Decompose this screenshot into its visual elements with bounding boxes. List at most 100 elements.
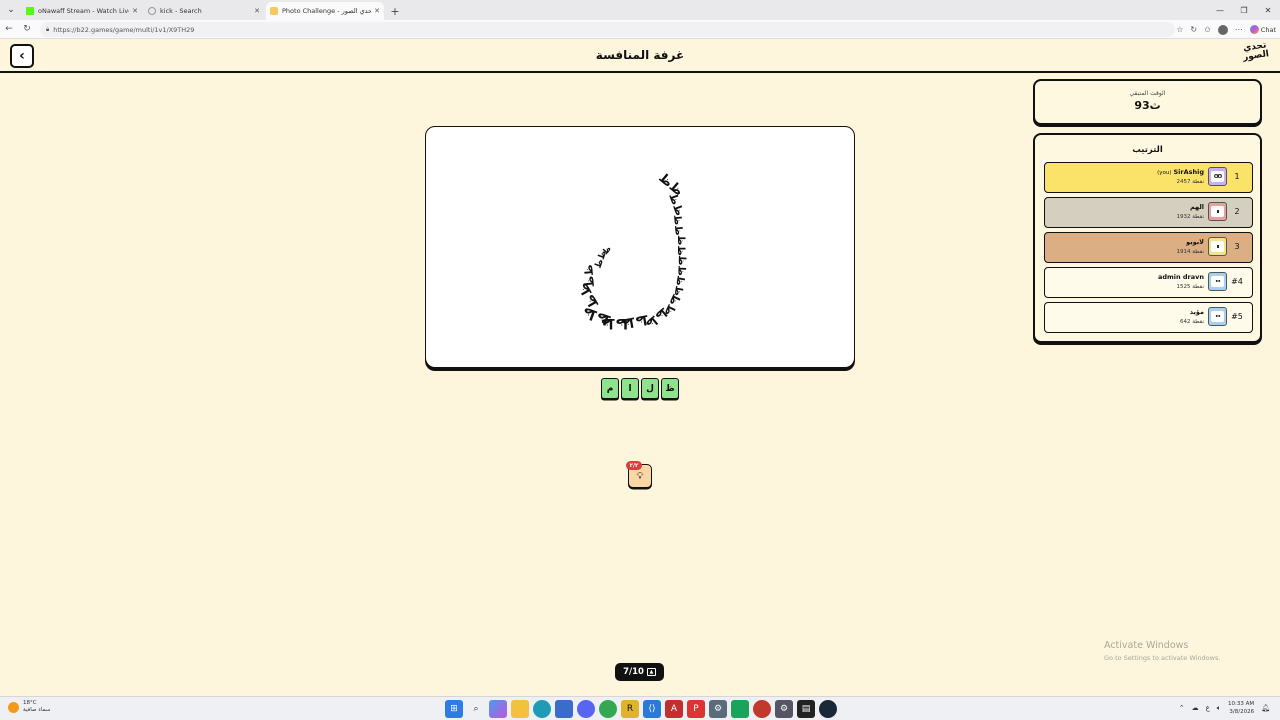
app-gear-icon[interactable]: ⚙ [775,700,793,718]
copilot-chat-button[interactable]: Chat [1249,25,1276,34]
app-pdf-icon[interactable]: P [687,700,705,718]
face-icon: ıı [1211,206,1224,217]
browser-tools: ☆ ↻ ✩ ⋯ Chat [1176,20,1276,39]
app-green-icon[interactable] [731,700,749,718]
letter-tile[interactable]: ل [641,378,659,399]
ranking-row: 2 ıı الهم 1932 نقطة [1044,197,1253,228]
chat-label: Chat [1260,25,1276,34]
file-explorer-icon[interactable] [511,700,529,718]
player-points: 1914 نقطة [1176,249,1204,255]
more-menu-icon[interactable]: ⋯ [1235,25,1243,34]
ranking-card: الترتيب 1 ʘʘ (you) SirAshig 2457 نقطة 2 ı… [1033,133,1262,343]
copilot-icon[interactable] [489,700,507,718]
answer-letter-tiles: م ا ل ظ [601,378,679,400]
player-name: admin dravn [1157,273,1204,281]
letter-tile[interactable]: ا [621,378,639,399]
store-icon[interactable] [555,700,573,718]
edge-browser-icon[interactable] [533,700,551,718]
terminal-icon[interactable]: ▤ [797,700,815,718]
weather-widget[interactable]: 18°C سماء صافية [8,700,50,714]
letter-tile[interactable]: ظ [661,378,679,399]
app-red-icon[interactable] [753,700,771,718]
rank-number: #5 [1231,312,1243,321]
maximize-icon[interactable]: ❐ [1232,0,1256,20]
timer-value: 93ث [1134,99,1161,112]
discord-icon[interactable] [577,700,595,718]
round-text: 7/10 [623,667,644,677]
player-avatar: ıı [1208,202,1227,221]
browser-tab-3-active[interactable]: Photo Challenge - لعبة تحدي الصور ✕ [266,2,384,20]
back-arrow-icon[interactable]: ← [0,20,18,39]
face-icon: •• [1211,276,1224,287]
timer-card: الوقت المتبقي 93ث [1033,79,1262,125]
browser-tab-1[interactable]: oNawaff Stream - Watch Live on K ✕ [22,2,142,20]
chevron-up-icon[interactable]: ⌃ [1179,704,1185,712]
face-icon: ıı [1211,241,1224,252]
player-avatar: •• [1208,272,1227,291]
url-text: https://b22.games/game/multi/1v1/X9TH29 [53,25,195,34]
player-name: الهم [1189,203,1204,211]
puzzle-image-card: ﻅﻅ ﻅﻅ ﻅﻅ ﻅﻅ ﻅﻅ ﻅﻅ ﻅﻅ ﻅﻅ ﻅﻅ ﻅﻅ ﻅﻅ ﻅﻅ ﻅﻅ ﻅ… [425,126,855,368]
address-toolbar: ← ↻ 🔒︎ https://b22.games/game/multi/1v1/… [0,20,1280,39]
watermark-line-2: Go to Settings to activate Windows. [1104,654,1221,662]
close-tab-icon[interactable]: ✕ [254,7,260,15]
app-icon[interactable]: R [621,700,639,718]
sync-icon[interactable]: ↻ [1190,25,1197,34]
svg-text:ﻅﻅ: ﻅﻅ [675,235,686,256]
tab-title: oNawaff Stream - Watch Live on K [38,7,129,15]
weather-desc: سماء صافية [23,707,51,713]
volume-icon[interactable]: 🔈︎ [1217,704,1221,713]
favorites-icon[interactable]: ✩ [1204,25,1211,34]
player-name-text: SirAshig [1173,168,1204,176]
copilot-icon [1249,25,1259,34]
refresh-icon[interactable]: ↻ [18,20,36,39]
taskbar-apps: ⊞ ⌕ R ⟨⟩ A P ⚙ ⚙ ▤ [445,700,837,718]
player-name: لابوبو [1186,238,1204,246]
vscode-icon[interactable]: ⟨⟩ [643,700,661,718]
steam-icon[interactable] [819,700,837,718]
notifications-icon[interactable]: 🔔︎ [1261,704,1270,712]
weather-temp: 18°C [23,700,37,706]
activate-windows-watermark: Activate Windows Go to Settings to activ… [1104,640,1220,662]
timer-label: الوقت المتبقي [1129,90,1166,97]
cloud-icon[interactable]: ☁ [1192,704,1199,712]
kick-favicon-icon [26,7,34,15]
window-close-icon[interactable]: ✕ [1256,0,1280,20]
player-avatar: •• [1208,307,1227,326]
close-tab-icon[interactable]: ✕ [374,7,380,15]
search-icon[interactable]: ⌕ [467,700,485,718]
calligraphy-puzzle-image: ﻅﻅ ﻅﻅ ﻅﻅ ﻅﻅ ﻅﻅ ﻅﻅ ﻅﻅ ﻅﻅ ﻅﻅ ﻅﻅ ﻅﻅ ﻅﻅ ﻅﻅ ﻅ… [576,171,687,332]
system-clock[interactable]: 10:33 AM 3/8/2026 [1228,700,1254,716]
new-tab-plus-icon[interactable]: + [386,2,404,20]
minimize-icon[interactable]: — [1208,0,1232,20]
windows-start-icon[interactable]: ⊞ [445,700,463,718]
url-field[interactable]: 🔒︎ https://b22.games/game/multi/1v1/X9TH… [40,22,1175,37]
lock-icon: 🔒︎ [46,25,50,33]
game-logo[interactable]: تحدي الصور [1240,41,1271,71]
player-points: 642 نقطة [1179,319,1204,325]
rank-number: #4 [1231,277,1243,286]
player-avatar: ıı [1208,237,1227,256]
sun-icon [8,701,19,713]
profile-avatar[interactable] [1217,24,1228,35]
settings-gear-icon[interactable]: ⚙ [709,700,727,718]
image-icon: ▲ [646,668,656,676]
game-header: ‹ غرفة المنافسة تحدي الصور [0,40,1280,73]
app-a-icon[interactable]: A [665,700,683,718]
star-icon[interactable]: ☆ [1176,25,1183,34]
browser-tab-2[interactable]: kick - Search ✕ [144,2,264,20]
letter-tile[interactable]: م [601,378,619,399]
ranking-title: الترتيب [1132,145,1163,155]
chrome-icon[interactable] [599,700,617,718]
you-tag: (you) [1157,170,1172,176]
language-icon[interactable]: ع [1206,704,1210,712]
player-name: مؤيد [1189,308,1204,316]
hint-count-badge: ٢/٢ [626,461,642,470]
system-tray: ⌃ ☁ ع 🔈︎ 10:33 AM 3/8/2026 🔔︎ [1179,700,1270,716]
window-controls: — ❐ ✕ [1208,0,1280,20]
close-tab-icon[interactable]: ✕ [132,7,138,15]
ranking-list: 1 ʘʘ (you) SirAshig 2457 نقطة 2 ıı الهم 1… [1044,162,1253,337]
ranking-row: #4 •• admin dravn 1525 نقطة [1044,267,1253,298]
face-icon: ʘʘ [1211,171,1224,182]
tab-list-chevron-icon[interactable]: ⌄ [0,0,22,20]
